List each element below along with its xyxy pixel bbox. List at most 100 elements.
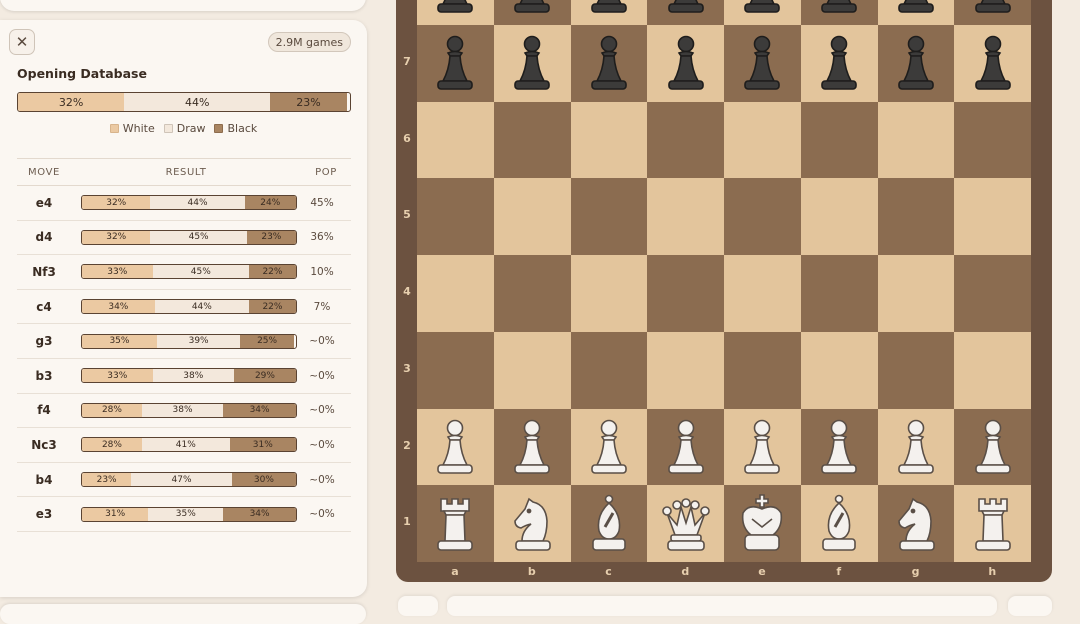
board-square-d3[interactable] xyxy=(647,331,724,409)
board-square-a6[interactable] xyxy=(417,101,494,179)
board-square-c3[interactable] xyxy=(570,331,648,409)
black-pawn-icon[interactable] xyxy=(430,32,480,94)
white-knight-icon[interactable] xyxy=(507,493,557,555)
board-square-h3[interactable] xyxy=(954,331,1031,409)
board-square-b4[interactable] xyxy=(493,255,571,332)
black-pawn-icon[interactable] xyxy=(814,0,864,17)
board-square-f2[interactable] xyxy=(800,408,878,486)
board-square-h4[interactable] xyxy=(954,255,1031,332)
white-knight-icon[interactable] xyxy=(891,493,941,555)
white-king-icon[interactable] xyxy=(737,493,787,555)
board-square-g6[interactable] xyxy=(877,101,955,179)
white-pawn-icon[interactable] xyxy=(968,416,1018,478)
black-pawn-icon[interactable] xyxy=(737,0,787,17)
board-square-a5[interactable] xyxy=(417,178,494,255)
white-queen-icon[interactable] xyxy=(661,493,711,555)
table-row[interactable]: f4 28% 38% 34% ~0% xyxy=(17,394,351,429)
board-square-c2[interactable] xyxy=(570,408,648,486)
board-square-a1[interactable] xyxy=(417,485,494,562)
board-square-f5[interactable] xyxy=(800,178,878,255)
board-square-g5[interactable] xyxy=(877,178,955,255)
board-square-e3[interactable] xyxy=(724,331,801,409)
board-square-c4[interactable] xyxy=(570,255,648,332)
board-square-f7[interactable] xyxy=(800,24,878,102)
board-square-e2[interactable] xyxy=(724,408,801,486)
black-pawn-icon[interactable] xyxy=(507,32,557,94)
white-pawn-icon[interactable] xyxy=(891,416,941,478)
white-bishop-icon[interactable] xyxy=(584,493,634,555)
board-square-a3[interactable] xyxy=(417,331,494,409)
board-square-g2[interactable] xyxy=(877,408,955,486)
board-square-c6[interactable] xyxy=(570,101,648,179)
board-square-h8[interactable] xyxy=(954,0,1031,25)
white-pawn-icon[interactable] xyxy=(507,416,557,478)
bottom-right-button[interactable] xyxy=(1008,596,1052,616)
board-square-h2[interactable] xyxy=(954,408,1031,486)
board-square-g3[interactable] xyxy=(877,331,955,409)
board-square-b3[interactable] xyxy=(493,331,571,409)
board-square-f8[interactable] xyxy=(800,0,878,25)
board-square-d5[interactable] xyxy=(647,178,724,255)
white-rook-icon[interactable] xyxy=(968,493,1018,555)
black-pawn-icon[interactable] xyxy=(968,32,1018,94)
board-square-f6[interactable] xyxy=(800,101,878,179)
table-row[interactable]: e3 31% 35% 34% ~0% xyxy=(17,497,351,532)
board-square-a8[interactable] xyxy=(417,0,494,25)
table-row[interactable]: Nc3 28% 41% 31% ~0% xyxy=(17,428,351,463)
black-pawn-icon[interactable] xyxy=(584,32,634,94)
white-pawn-icon[interactable] xyxy=(737,416,787,478)
black-pawn-icon[interactable] xyxy=(814,32,864,94)
table-row[interactable]: e4 32% 44% 24% 45% xyxy=(17,186,351,221)
board-square-f3[interactable] xyxy=(800,331,878,409)
board-square-d6[interactable] xyxy=(647,101,724,179)
white-rook-icon[interactable] xyxy=(430,493,480,555)
board-square-a4[interactable] xyxy=(417,255,494,332)
table-row[interactable]: b3 33% 38% 29% ~0% xyxy=(17,359,351,394)
white-bishop-icon[interactable] xyxy=(814,493,864,555)
table-row[interactable]: b4 23% 47% 30% ~0% xyxy=(17,463,351,498)
table-row[interactable]: Nf3 33% 45% 22% 10% xyxy=(17,255,351,290)
white-pawn-icon[interactable] xyxy=(584,416,634,478)
board-square-b6[interactable] xyxy=(493,101,571,179)
board-square-b7[interactable] xyxy=(493,24,571,102)
board-square-e5[interactable] xyxy=(724,178,801,255)
board-square-g1[interactable] xyxy=(877,485,955,562)
board-square-c8[interactable] xyxy=(570,0,648,25)
board-square-e8[interactable] xyxy=(724,0,801,25)
table-row[interactable]: c4 34% 44% 22% 7% xyxy=(17,290,351,325)
black-pawn-icon[interactable] xyxy=(584,0,634,17)
board-square-h1[interactable] xyxy=(954,485,1031,562)
table-row[interactable]: g3 35% 39% 25% ~0% xyxy=(17,324,351,359)
board-square-g8[interactable] xyxy=(877,0,955,25)
table-row[interactable]: d4 32% 45% 23% 36% xyxy=(17,221,351,256)
board-square-b5[interactable] xyxy=(493,178,571,255)
board-square-e4[interactable] xyxy=(724,255,801,332)
board-square-h5[interactable] xyxy=(954,178,1031,255)
board-square-f1[interactable] xyxy=(800,485,878,562)
board-square-e1[interactable] xyxy=(724,485,801,562)
bottom-left-button[interactable] xyxy=(398,596,438,616)
black-pawn-icon[interactable] xyxy=(430,0,480,17)
black-pawn-icon[interactable] xyxy=(661,32,711,94)
board-square-d1[interactable] xyxy=(647,485,724,562)
black-pawn-icon[interactable] xyxy=(968,0,1018,17)
white-pawn-icon[interactable] xyxy=(814,416,864,478)
board-square-b1[interactable] xyxy=(493,485,571,562)
board-square-d2[interactable] xyxy=(647,408,724,486)
board-square-a7[interactable] xyxy=(417,24,494,102)
close-button[interactable]: ✕ xyxy=(9,29,35,55)
board-square-d7[interactable] xyxy=(647,24,724,102)
board-square-h7[interactable] xyxy=(954,24,1031,102)
board-square-c5[interactable] xyxy=(570,178,648,255)
black-pawn-icon[interactable] xyxy=(891,0,941,17)
board-square-h6[interactable] xyxy=(954,101,1031,179)
black-pawn-icon[interactable] xyxy=(737,32,787,94)
black-pawn-icon[interactable] xyxy=(507,0,557,17)
white-pawn-icon[interactable] xyxy=(430,416,480,478)
board-square-e7[interactable] xyxy=(724,24,801,102)
board-square-b8[interactable] xyxy=(493,0,571,25)
board-square-b2[interactable] xyxy=(493,408,571,486)
board-square-c7[interactable] xyxy=(570,24,648,102)
black-pawn-icon[interactable] xyxy=(891,32,941,94)
white-pawn-icon[interactable] xyxy=(661,416,711,478)
